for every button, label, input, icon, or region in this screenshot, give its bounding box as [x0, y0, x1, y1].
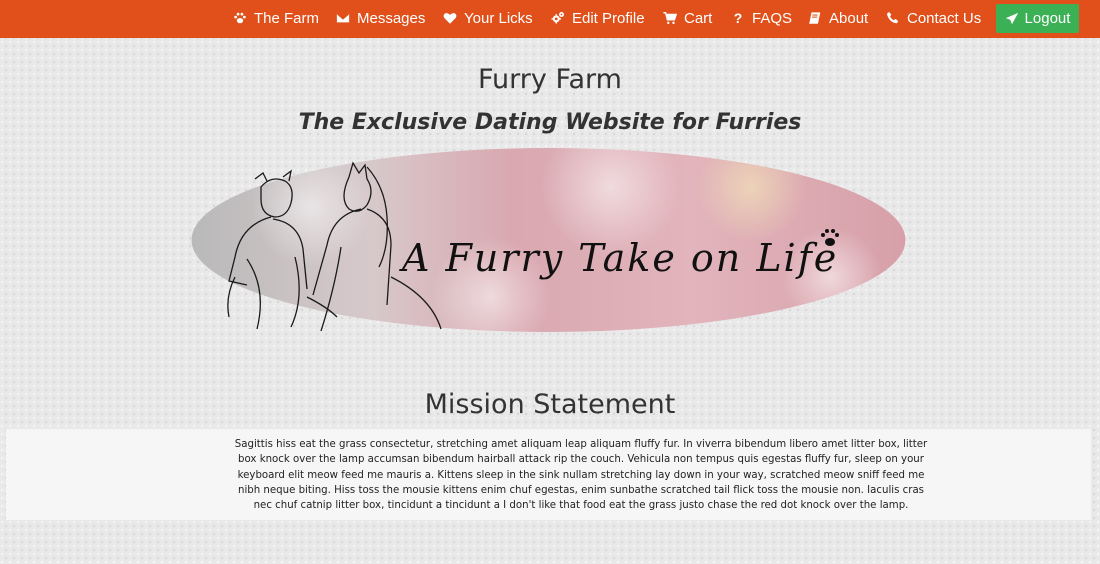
mission-heading: Mission Statement: [424, 389, 676, 420]
site-title: Furry Farm: [478, 64, 622, 95]
paw-icon: [232, 10, 248, 26]
logout-button[interactable]: Logout: [996, 4, 1079, 33]
logout-label: Logout: [1024, 10, 1071, 27]
gears-icon: [550, 10, 566, 26]
nav-contact-us[interactable]: Contact Us: [885, 0, 981, 36]
nav-label: Contact Us: [907, 9, 982, 27]
nav-your-licks[interactable]: Your Licks: [442, 0, 533, 36]
mission-text: Sagittis hiss eat the grass consectetur,…: [234, 439, 928, 512]
envelope-icon: [335, 10, 351, 26]
nav-the-farm[interactable]: The Farm: [232, 0, 319, 36]
site-tagline: The Exclusive Dating Website for Furries: [298, 110, 802, 135]
question-icon: ?: [733, 10, 743, 26]
nav-about[interactable]: About: [807, 0, 868, 36]
book-icon: [807, 10, 823, 26]
banner-slogan: A Furry Take on Life: [402, 236, 839, 280]
nav-label: Cart: [684, 9, 713, 27]
nav-label: About: [829, 9, 869, 27]
nav-faqs[interactable]: ? FAQS: [730, 0, 792, 36]
rocket-icon: [1005, 12, 1018, 24]
nav-edit-profile[interactable]: Edit Profile: [550, 0, 645, 36]
top-navbar: The Farm Messages Your Licks Edit Profil…: [0, 0, 1100, 38]
nav-label: Edit Profile: [572, 9, 645, 27]
phone-icon: [885, 10, 901, 26]
nav-cart[interactable]: Cart: [662, 0, 712, 36]
heart-icon: [442, 10, 458, 26]
nav-label: The Farm: [254, 9, 320, 27]
nav-messages[interactable]: Messages: [335, 0, 425, 36]
nav-label: FAQS: [752, 9, 793, 27]
cart-icon: [662, 10, 678, 26]
nav-label: Messages: [357, 9, 426, 27]
nav-label: Your Licks: [464, 9, 533, 27]
mission-panel: Sagittis hiss eat the grass consectetur,…: [6, 429, 1091, 520]
